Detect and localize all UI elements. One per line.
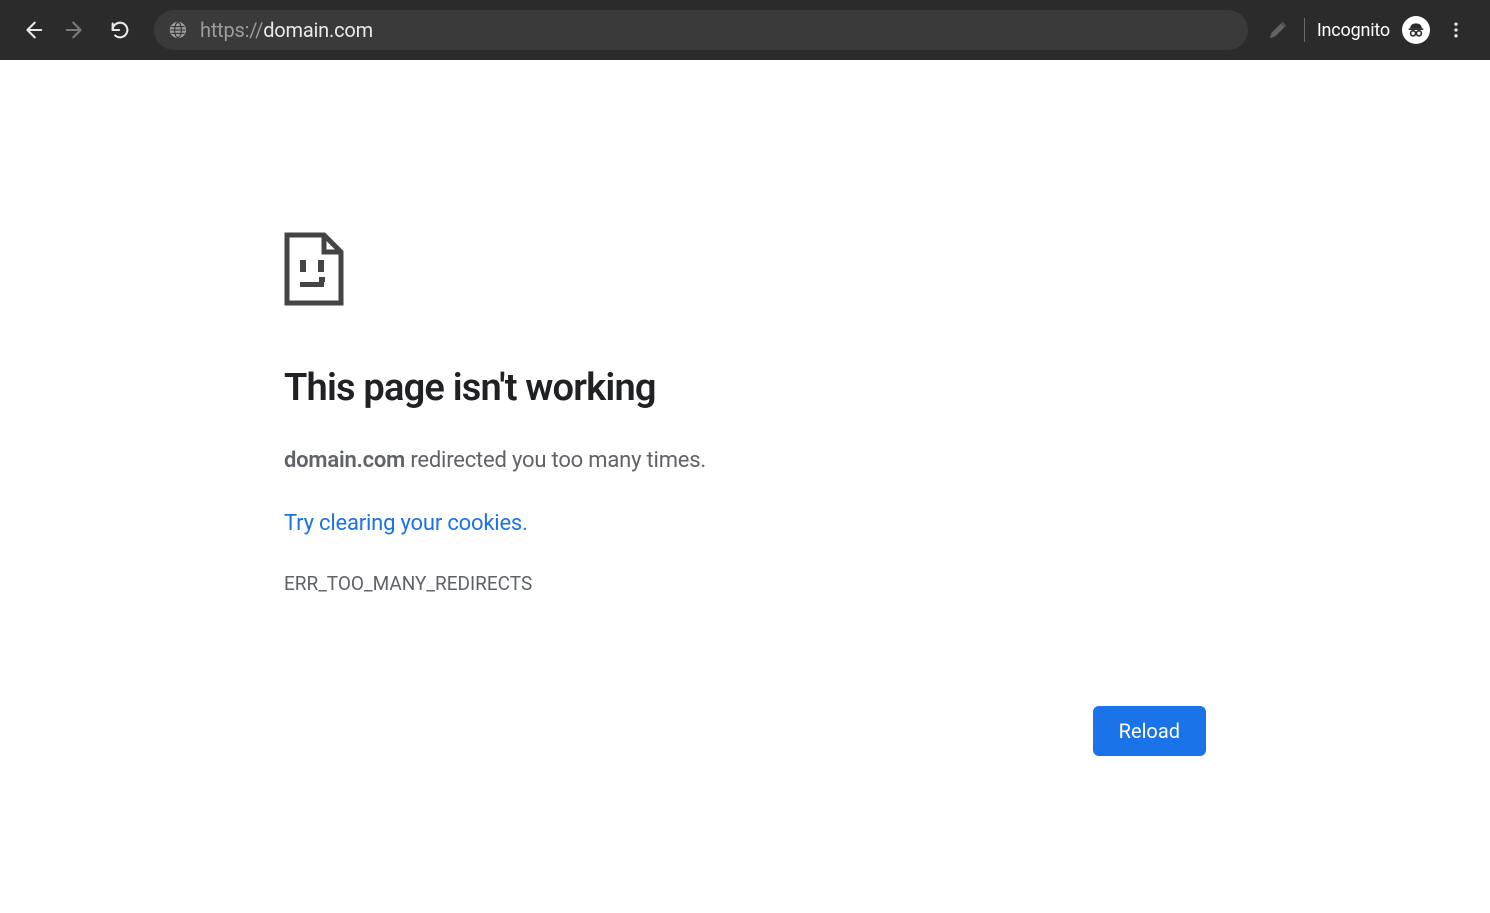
page-content: This page isn't working domain.com redir… bbox=[0, 60, 1490, 595]
incognito-label: Incognito bbox=[1317, 20, 1390, 41]
reload-toolbar-button[interactable] bbox=[102, 12, 138, 48]
url-host: domain.com bbox=[263, 18, 373, 42]
toolbar-right-group: Incognito bbox=[1264, 16, 1476, 44]
menu-button[interactable] bbox=[1442, 16, 1470, 44]
arrow-left-icon bbox=[21, 19, 43, 41]
extension-icon[interactable] bbox=[1264, 16, 1292, 44]
url-scheme: https:// bbox=[200, 18, 263, 42]
reload-icon bbox=[109, 19, 131, 41]
clear-cookies-link[interactable]: Try clearing your cookies. bbox=[284, 511, 1206, 536]
incognito-icon[interactable] bbox=[1402, 16, 1430, 44]
url-text: https://domain.com bbox=[200, 18, 373, 42]
error-message: domain.com redirected you too many times… bbox=[284, 448, 1206, 473]
error-title: This page isn't working bbox=[284, 366, 1206, 410]
error-code: ERR_TOO_MANY_REDIRECTS bbox=[284, 572, 1206, 595]
arrow-right-icon bbox=[65, 19, 87, 41]
error-block: This page isn't working domain.com redir… bbox=[284, 232, 1206, 595]
error-host: domain.com bbox=[284, 448, 405, 473]
forward-button[interactable] bbox=[58, 12, 94, 48]
browser-toolbar: https://domain.com Incognito bbox=[0, 0, 1490, 60]
kebab-icon bbox=[1446, 20, 1466, 40]
globe-icon bbox=[168, 20, 188, 40]
separator bbox=[1304, 18, 1305, 42]
address-bar[interactable]: https://domain.com bbox=[154, 10, 1248, 50]
reload-button[interactable]: Reload bbox=[1093, 706, 1206, 756]
sad-file-icon bbox=[284, 232, 1206, 310]
back-button[interactable] bbox=[14, 12, 50, 48]
error-message-tail: redirected you too many times. bbox=[405, 448, 706, 473]
